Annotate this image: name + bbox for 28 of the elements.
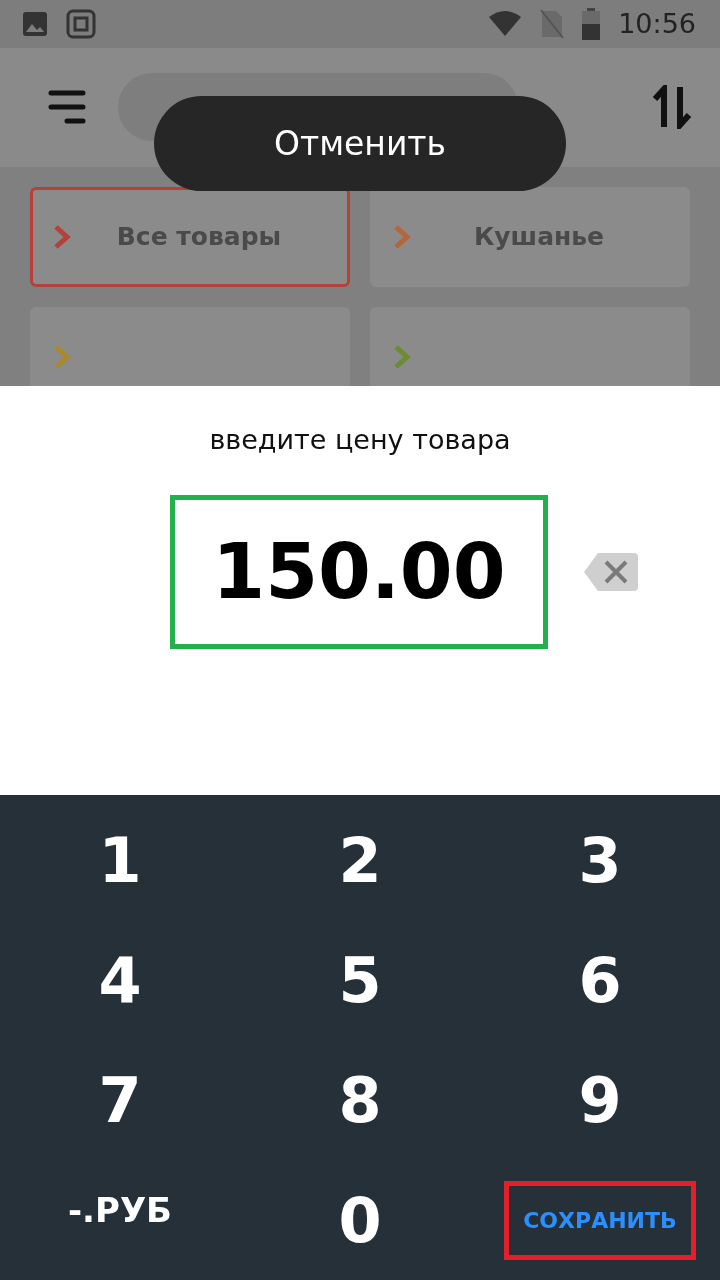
keypad-key[interactable]: 9 xyxy=(563,1054,637,1146)
keypad-key[interactable]: 1 xyxy=(83,814,157,906)
wifi-icon xyxy=(488,10,523,37)
keypad-key[interactable]: 8 xyxy=(323,1054,397,1146)
keypad-key[interactable]: -.РУБ xyxy=(52,1181,188,1239)
menu-icon[interactable] xyxy=(48,90,86,125)
backspace-icon[interactable] xyxy=(584,552,638,591)
keypad-key[interactable]: 0 xyxy=(323,1174,397,1266)
price-prompt: введите цену товара xyxy=(209,423,511,455)
battery-icon xyxy=(582,7,601,40)
category-tile[interactable] xyxy=(30,306,350,386)
screenshot-icon xyxy=(66,8,96,39)
category-tile[interactable] xyxy=(370,306,690,386)
clock-time: 10:56 xyxy=(618,8,696,40)
category-label: Все товары xyxy=(115,222,283,252)
undo-toast[interactable]: Отменить xyxy=(154,95,566,191)
keypad-key[interactable]: 5 xyxy=(323,934,397,1026)
keypad-key[interactable]: 6 xyxy=(563,934,637,1026)
category-label: Кушанье xyxy=(472,222,606,252)
no-sim-icon xyxy=(540,8,565,39)
price-field[interactable]: 150.00 xyxy=(170,494,548,649)
sort-icon[interactable] xyxy=(652,85,692,130)
keypad-key[interactable]: 2 xyxy=(323,814,397,906)
image-icon xyxy=(22,10,48,37)
keypad-key[interactable]: 7 xyxy=(83,1054,157,1146)
keypad-key[interactable]: 4 xyxy=(83,934,157,1026)
save-button[interactable]: СОХРАНИТЬ xyxy=(504,1180,696,1260)
keypad-key[interactable]: 3 xyxy=(563,814,637,906)
